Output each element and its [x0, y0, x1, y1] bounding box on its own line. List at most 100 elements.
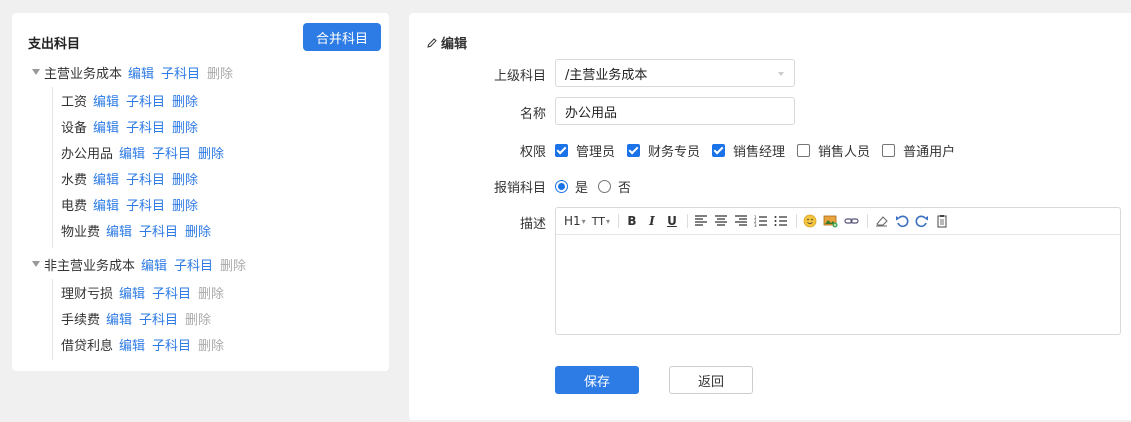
checkbox[interactable] — [627, 144, 641, 157]
image-icon[interactable] — [823, 212, 838, 230]
redo-icon[interactable] — [915, 212, 929, 230]
permission-option[interactable]: 管理员 — [555, 141, 615, 160]
tree-group-row: 主营业务成本 编辑 子科目 删除 — [32, 62, 372, 82]
name-label: 名称 — [519, 107, 546, 122]
reimburse-yes-option[interactable]: 是 — [555, 177, 588, 196]
name-input-value: 办公用品 — [565, 105, 618, 121]
tree-children: 理财亏损 编辑 子科目 删除 手续费 编辑 子科目 删除 借贷利息 编辑 子科目… — [52, 279, 372, 360]
delete-link[interactable]: 删除 — [198, 143, 224, 162]
link-icon[interactable] — [844, 212, 859, 230]
tree-item: 办公用品 编辑 子科目 删除 — [61, 139, 372, 165]
add-child-link[interactable]: 子科目 — [126, 195, 165, 214]
tree-item-label: 办公用品 — [61, 146, 114, 162]
emoji-icon[interactable] — [803, 212, 817, 230]
checkbox[interactable] — [555, 144, 568, 157]
edit-link[interactable]: 编辑 — [93, 117, 119, 136]
add-child-link[interactable]: 子科目 — [152, 283, 191, 302]
reimburse-radio-group: 是 否 — [555, 177, 641, 196]
delete-link[interactable]: 删除 — [172, 91, 198, 110]
add-child-link[interactable]: 子科目 — [152, 335, 191, 354]
eraser-icon[interactable] — [874, 212, 889, 230]
align-left-icon[interactable] — [694, 212, 708, 230]
delete-link[interactable]: 删除 — [172, 169, 198, 188]
paste-icon[interactable] — [935, 212, 949, 230]
add-child-link[interactable]: 子科目 — [139, 309, 178, 328]
edit-link[interactable]: 编辑 — [119, 143, 145, 162]
tree-group-label: 非主营业务成本 — [44, 258, 136, 274]
add-child-link[interactable]: 子科目 — [126, 117, 165, 136]
editor-content-area[interactable] — [556, 235, 1120, 334]
tree-children: 工资 编辑 子科目 删除 设备 编辑 子科目 删除 办公用品 编辑 子科目 删除 — [52, 87, 372, 248]
caret-down-icon[interactable] — [32, 261, 40, 267]
permission-option[interactable]: 销售经理 — [712, 141, 785, 160]
add-child-link[interactable]: 子科目 — [126, 91, 165, 110]
merge-subjects-button[interactable]: 合并科目 — [303, 23, 381, 51]
delete-link: 删除 — [207, 66, 234, 82]
tree-group-label: 主营业务成本 — [44, 66, 123, 82]
delete-link[interactable]: 删除 — [185, 221, 211, 240]
undo-icon[interactable] — [895, 212, 909, 230]
edit-link[interactable]: 编辑 — [119, 283, 145, 302]
delete-link[interactable]: 删除 — [172, 195, 198, 214]
underline-button[interactable]: U — [665, 212, 679, 230]
edit-link[interactable]: 编辑 — [141, 255, 167, 274]
parent-subject-select[interactable]: /主营业务成本 — [555, 59, 795, 87]
checkbox[interactable] — [882, 144, 896, 157]
edit-title: 编辑 — [441, 37, 468, 52]
bullet-list-icon[interactable] — [774, 212, 788, 230]
tree-item-label: 设备 — [61, 120, 88, 136]
delete-link[interactable]: 删除 — [172, 117, 198, 136]
tree-item: 理财亏损 编辑 子科目 删除 — [61, 279, 372, 305]
pencil-icon — [427, 37, 437, 48]
tree-item: 水费 编辑 子科目 删除 — [61, 165, 372, 191]
add-child-link[interactable]: 子科目 — [174, 255, 213, 274]
edit-link[interactable]: 编辑 — [128, 63, 154, 82]
back-button[interactable]: 返回 — [669, 366, 753, 394]
add-child-link[interactable]: 子科目 — [161, 63, 200, 82]
parent-subject-value: /主营业务成本 — [565, 67, 648, 83]
delete-link: 删除 — [198, 338, 225, 354]
description-label: 描述 — [519, 217, 546, 232]
delete-link: 删除 — [220, 258, 247, 274]
edit-link[interactable]: 编辑 — [93, 91, 119, 110]
edit-link[interactable]: 编辑 — [106, 309, 132, 328]
toolbar-divider — [617, 214, 619, 228]
tree-item: 工资 编辑 子科目 删除 — [61, 87, 372, 113]
checkbox[interactable] — [712, 144, 726, 157]
edit-link[interactable]: 编辑 — [93, 195, 119, 214]
permission-option[interactable]: 销售人员 — [797, 141, 870, 160]
reimburse-yes-label: 是 — [575, 181, 589, 196]
save-button[interactable]: 保存 — [555, 366, 639, 394]
toolbar-divider — [795, 214, 797, 228]
permission-option[interactable]: 普通用户 — [882, 141, 955, 160]
italic-button[interactable]: I — [645, 212, 659, 230]
align-center-icon[interactable] — [714, 212, 728, 230]
add-child-link[interactable]: 子科目 — [139, 221, 178, 240]
tree-item: 手续费 编辑 子科目 删除 — [61, 305, 372, 331]
reimburse-no-option[interactable]: 否 — [598, 177, 631, 196]
edit-link[interactable]: 编辑 — [106, 221, 132, 240]
edit-link[interactable]: 编辑 — [119, 335, 145, 354]
edit-header: 编辑 — [426, 33, 467, 52]
bold-button[interactable]: B — [625, 212, 639, 230]
ordered-list-icon[interactable]: 123 — [754, 212, 768, 230]
radio-button[interactable] — [555, 180, 568, 193]
subject-tree-panel: 支出科目 合并科目 主营业务成本 编辑 子科目 删除 工资 编辑 子科目 删除 … — [12, 13, 389, 371]
reimburse-label: 报销科目 — [493, 181, 546, 196]
delete-link: 删除 — [198, 286, 225, 302]
description-editor: H1 ▾ TT ▾ B I U 123 — [555, 207, 1121, 335]
checkbox[interactable] — [797, 144, 811, 157]
caret-down-icon[interactable] — [32, 69, 40, 75]
radio-button[interactable] — [598, 180, 612, 193]
tree-item-label: 手续费 — [61, 312, 101, 328]
heading-dropdown[interactable]: H1 ▾ — [564, 212, 586, 230]
add-child-link[interactable]: 子科目 — [126, 169, 165, 188]
name-input[interactable]: 办公用品 — [555, 97, 795, 125]
panel-title: 支出科目 — [28, 37, 81, 52]
edit-link[interactable]: 编辑 — [93, 169, 119, 188]
align-right-icon[interactable] — [734, 212, 748, 230]
permission-option[interactable]: 财务专员 — [627, 141, 700, 160]
reimburse-no-label: 否 — [618, 181, 632, 196]
add-child-link[interactable]: 子科目 — [152, 143, 191, 162]
font-size-dropdown[interactable]: TT ▾ — [592, 212, 610, 230]
